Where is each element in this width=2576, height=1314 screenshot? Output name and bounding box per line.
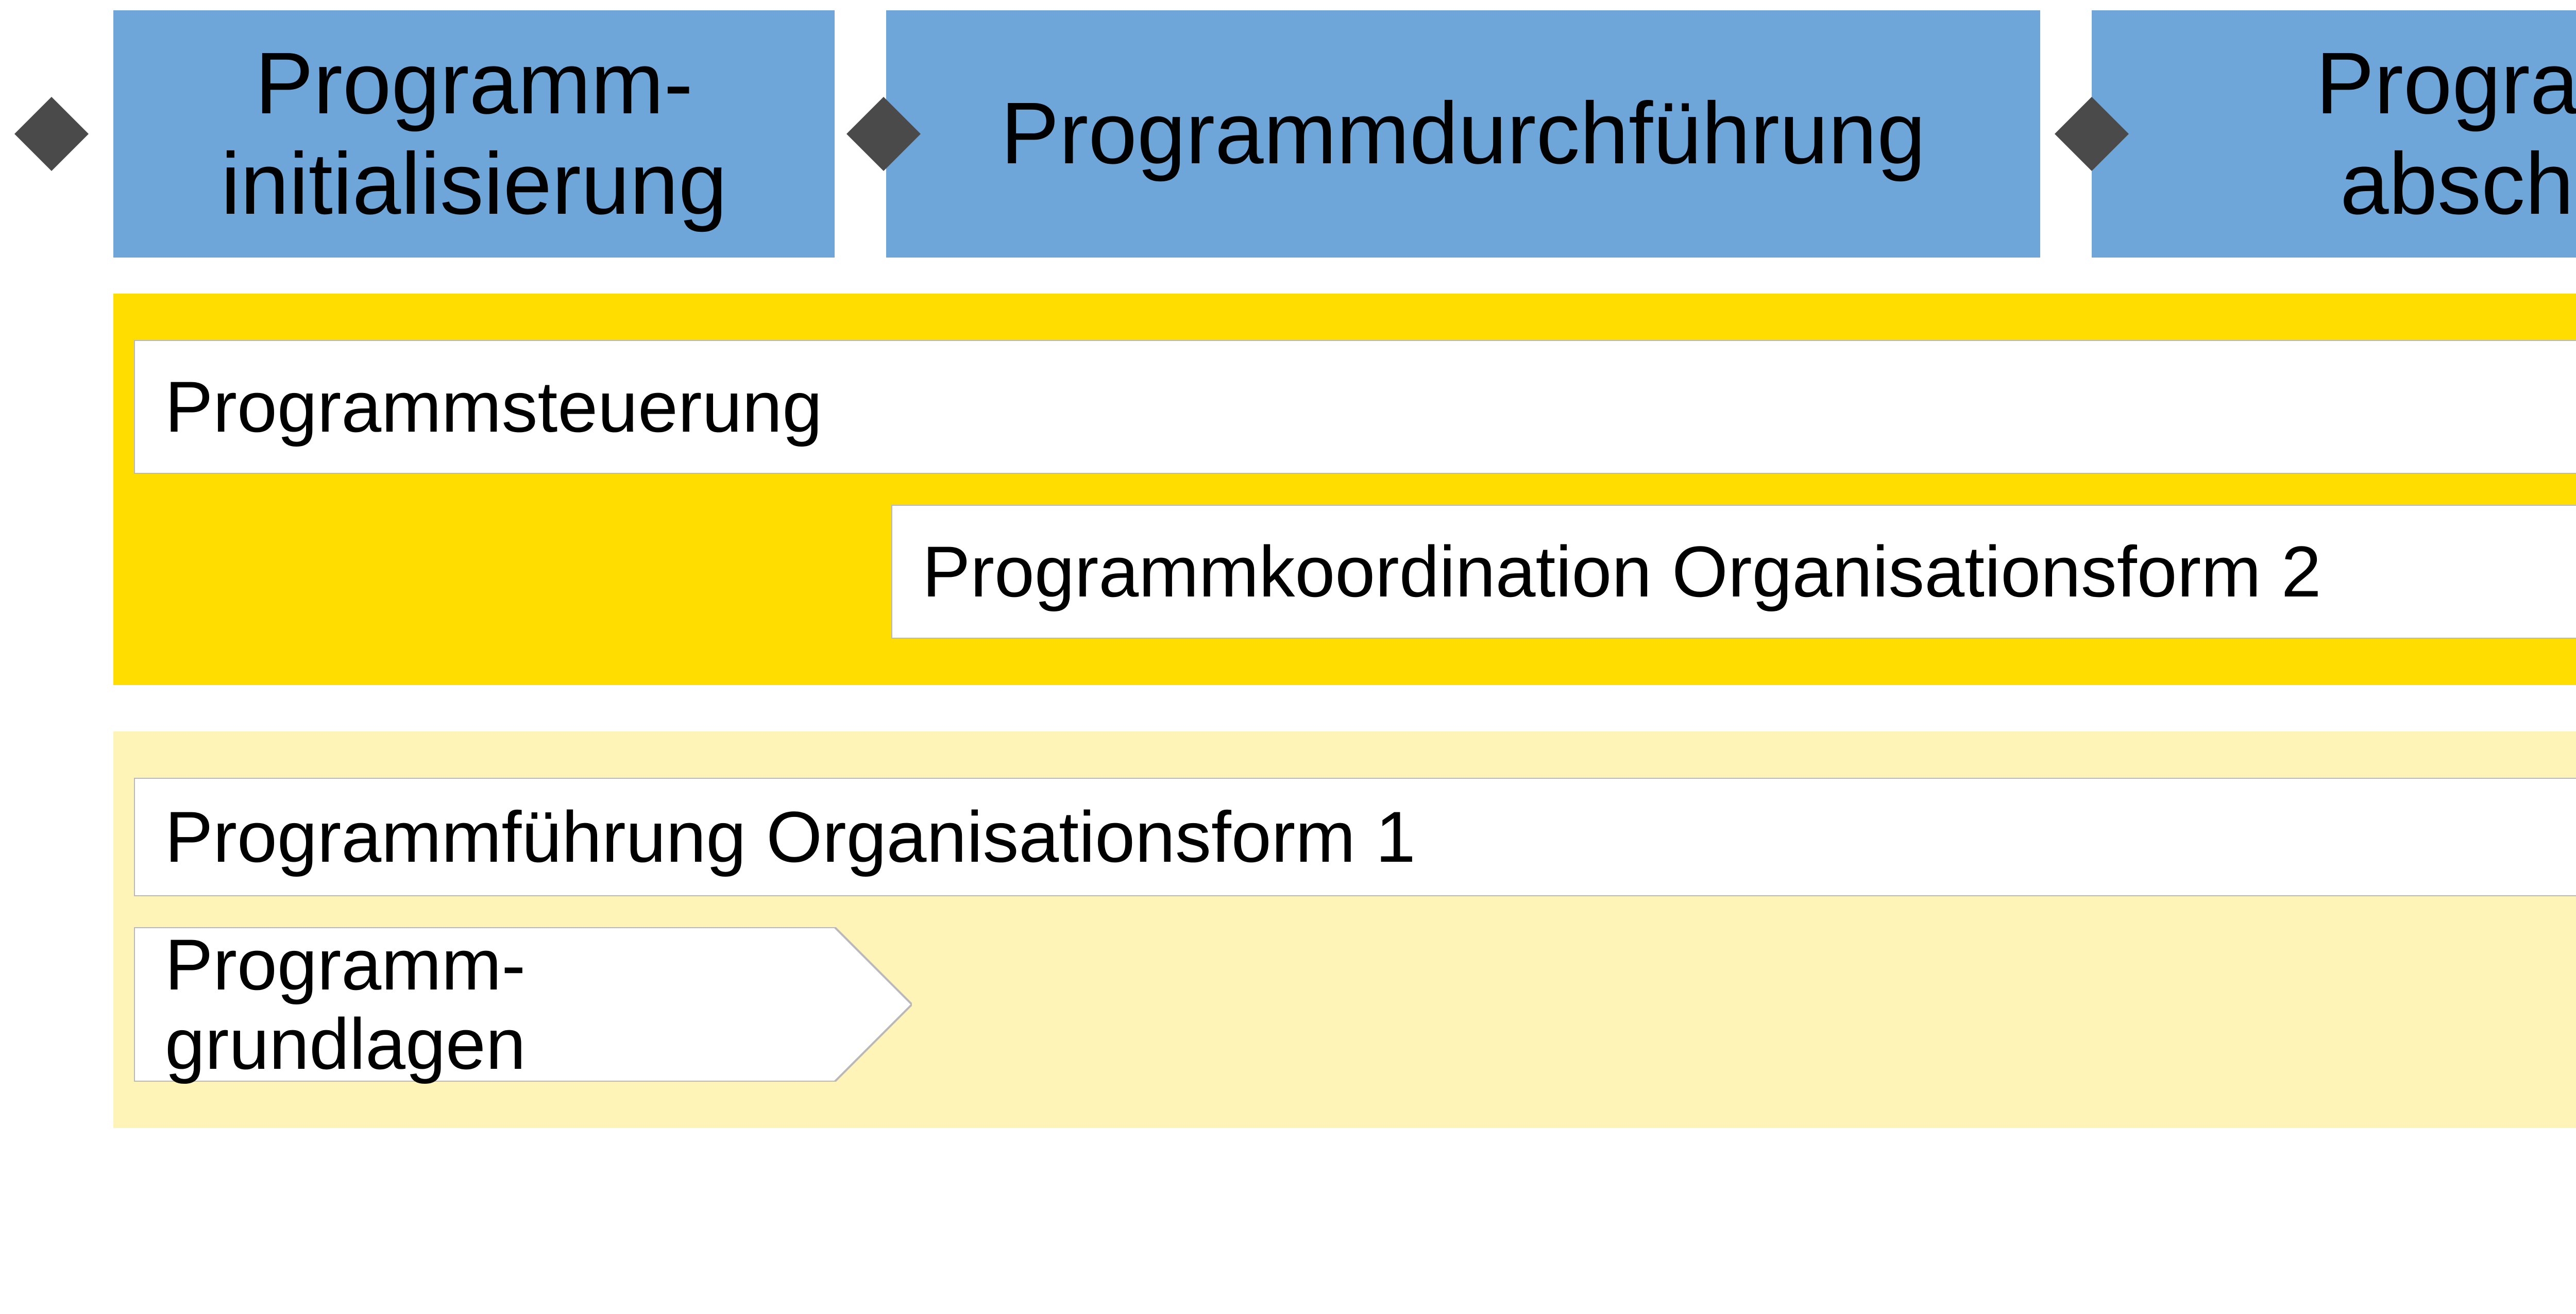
diagram-root: Programm- initialisierung Programmdurchf… (10, 10, 2576, 1128)
arrow-row-programmgrundlagen: Programm- grundlagen (113, 927, 2576, 1082)
arrow-programmsteuerung-label: Programmsteuerung (134, 367, 822, 447)
phase-exec-label: Programmdurchführung (1001, 83, 1925, 184)
arrow-row-programmkoordination: Programmkoordination Organisationsform 2 (113, 505, 2576, 639)
arrow-row-programmfuehrung: Programmführung Organisationsform 1 (113, 778, 2576, 896)
band-fuehrung: Programmführung Organisationsform 1 Prog… (113, 731, 2576, 1128)
phase-row: Programm- initialisierung Programmdurchf… (10, 10, 2576, 258)
phase-init-label: Programm- initialisierung (221, 33, 727, 235)
milestone-diamond-1 (10, 93, 93, 175)
arrow-programmgrundlagen: Programm- grundlagen (134, 927, 912, 1082)
phase-close-label: Programm- abschluss (2316, 33, 2576, 235)
phase-initialisierung: Programm- initialisierung (113, 10, 835, 258)
milestone-diamond-2 (842, 93, 925, 175)
arrow-programmsteuerung: Programmsteuerung (134, 340, 2576, 474)
arrow-programmgrundlagen-label: Programm- grundlagen (134, 925, 526, 1084)
phase-durchfuehrung: Programmdurchführung (886, 10, 2040, 258)
band-steuerung: Programmsteuerung Programmkoordination O… (113, 294, 2576, 685)
arrow-programmkoordination: Programmkoordination Organisationsform 2 (891, 505, 2576, 639)
phase-abschluss: Programm- abschluss (2092, 10, 2576, 258)
arrow-programmfuehrung: Programmführung Organisationsform 1 (134, 778, 2576, 896)
arrow-programmfuehrung-label: Programmführung Organisationsform 1 (134, 797, 1416, 877)
milestone-diamond-3 (2050, 93, 2133, 175)
arrow-programmkoordination-label: Programmkoordination Organisationsform 2 (891, 532, 2321, 611)
arrow-row-programmsteuerung: Programmsteuerung (113, 340, 2576, 474)
